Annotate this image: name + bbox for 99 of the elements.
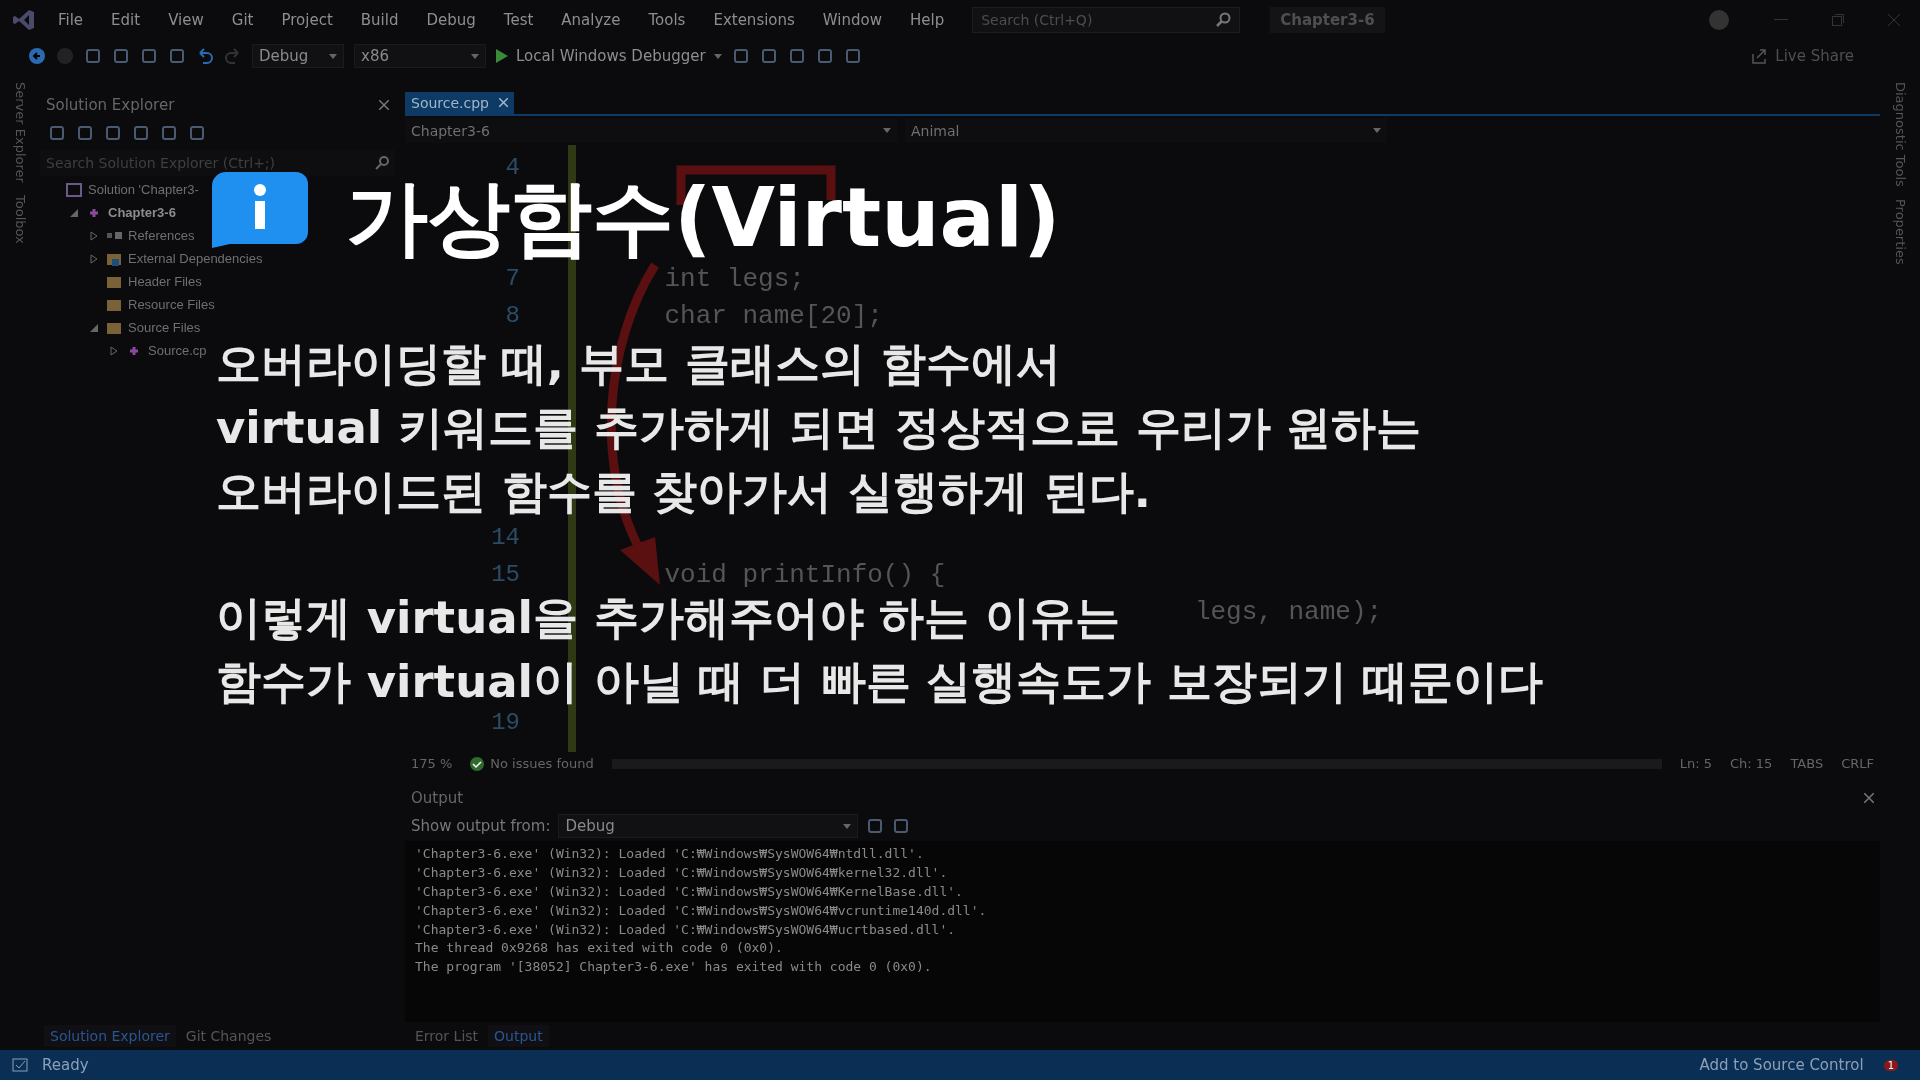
lecture-title: 가상함수(Virtual) xyxy=(346,177,1061,259)
tree-item[interactable]: Source.cp xyxy=(148,343,207,358)
line-number: 15 xyxy=(491,562,520,587)
menu-item[interactable]: View xyxy=(154,11,218,29)
collapsed-arrow-icon[interactable] xyxy=(109,345,119,356)
close-icon[interactable] xyxy=(499,98,508,108)
share-icon xyxy=(1751,48,1768,64)
menu-item[interactable]: File xyxy=(44,11,98,29)
source-control-button[interactable]: Add to Source Control xyxy=(1693,1055,1870,1075)
side-tab[interactable]: Properties xyxy=(1892,198,1908,265)
collapsed-arrow-icon[interactable] xyxy=(89,253,99,264)
line-number: 19 xyxy=(491,710,520,735)
minimize-icon[interactable] xyxy=(1774,19,1788,21)
menu-item[interactable]: Build xyxy=(346,11,413,29)
side-tab[interactable]: Toolbox xyxy=(12,194,28,244)
menu-item[interactable]: Window xyxy=(808,11,896,29)
run-button[interactable]: Local Windows Debugger xyxy=(496,47,722,65)
tree-item[interactable]: References xyxy=(128,228,195,243)
panel-tab[interactable]: Output xyxy=(488,1025,549,1048)
tree-item[interactable]: Resource Files xyxy=(128,297,215,312)
lecture-text: 오버라이드된 함수를 찾아가서 실행하게 된다. xyxy=(216,470,1151,514)
app-logo-icon xyxy=(12,8,36,32)
play-icon xyxy=(496,49,508,63)
lecture-text: 오버라이딩할 때, 부모 클래스의 함수에서 xyxy=(216,342,1061,386)
tree-item[interactable]: External Dependencies xyxy=(128,251,263,266)
menu-item[interactable]: Git xyxy=(217,11,268,29)
side-tab[interactable]: Server Explorer xyxy=(12,82,28,183)
menu-item[interactable]: Test xyxy=(489,11,548,29)
solution-icon xyxy=(66,181,82,198)
panel-title: Solution Explorer xyxy=(46,96,175,114)
expanded-arrow-icon[interactable] xyxy=(69,207,79,218)
ready-check-icon xyxy=(12,1058,28,1072)
caret-icon xyxy=(471,53,479,59)
search-icon xyxy=(375,156,389,170)
caret-icon xyxy=(843,823,852,829)
menu-item[interactable]: Project xyxy=(267,11,347,29)
panel-title: Output xyxy=(411,789,464,808)
redo-icon[interactable] xyxy=(224,47,242,65)
caret-icon xyxy=(1373,128,1381,134)
panel-tab[interactable]: Git Changes xyxy=(179,1025,278,1047)
collapsed-arrow-icon[interactable] xyxy=(89,230,99,241)
output-line: The thread 0x9268 has exited with code 0 (0x0). xyxy=(415,939,784,958)
zoom-level[interactable]: 175 % xyxy=(411,756,453,771)
menu-item[interactable]: Edit xyxy=(97,11,155,29)
check-icon xyxy=(470,756,485,771)
tree-item[interactable]: Header Files xyxy=(128,274,202,289)
lecture-text: 함수가 virtual이 아닐 때 더 빠른 실행속도가 보장되기 때문이다 xyxy=(216,660,1543,704)
lecture-text: virtual 키워드를 추가하게 되면 정상적으로 우리가 원하는 xyxy=(216,406,1422,450)
output-line: 'Chapter3-6.exe' (Win32): Loaded 'C:₩Windows₩SysWOW64₩kernel32.dll'. xyxy=(415,864,949,883)
tree-item[interactable]: Chapter3-6 xyxy=(108,205,176,220)
undo-icon[interactable] xyxy=(196,47,214,65)
expanded-arrow-icon[interactable] xyxy=(89,322,99,333)
close-icon[interactable] xyxy=(1864,793,1874,804)
tree-item[interactable]: Solution 'Chapter3- xyxy=(88,182,199,197)
document-tab[interactable]: Source.cpp xyxy=(405,92,514,114)
output-line: 'Chapter3-6.exe' (Win32): Loaded 'C:₩Windows₩SysWOW64₩vcruntime140d.dll'. xyxy=(415,901,988,920)
output-line: 'Chapter3-6.exe' (Win32): Loaded 'C:₩Windows₩SysWOW64₩ucrtbased.dll'. xyxy=(415,920,957,939)
panel-tab[interactable]: Error List xyxy=(409,1025,485,1048)
code-line: void printInfo() { xyxy=(664,560,946,590)
caret-icon xyxy=(883,128,891,134)
output-line: The program '[38052] Chapter3-6.exe' has exited with code 0 (0x0). xyxy=(415,958,933,977)
cursor-info: CRLF xyxy=(1841,756,1874,771)
line-number: 8 xyxy=(505,303,520,328)
solution-name: Chapter3-6 xyxy=(1270,7,1385,33)
output-source-label: Show output from: xyxy=(411,817,551,836)
output-source-dropdown[interactable]: Debug xyxy=(558,814,859,839)
menu-item[interactable]: Debug xyxy=(412,11,490,29)
code-line: char name[20]; xyxy=(664,301,883,331)
info-bubble-icon xyxy=(212,172,308,248)
close-icon[interactable] xyxy=(379,100,389,110)
search-icon xyxy=(1215,12,1232,28)
menu-item[interactable]: Tools xyxy=(634,11,700,29)
cursor-info: TABS xyxy=(1790,756,1824,771)
menu-item[interactable]: Analyze xyxy=(547,11,635,29)
status-text: Ready xyxy=(42,1056,89,1074)
output-line: 'Chapter3-6.exe' (Win32): Loaded 'C:₩Windows₩SysWOW64₩ntdll.dll'. xyxy=(415,845,925,864)
back-icon[interactable] xyxy=(28,47,46,65)
caret-icon xyxy=(329,53,337,59)
lecture-text: 이렇게 virtual을 추가해주어야 하는 이유는 xyxy=(216,596,1120,640)
configuration-dropdown[interactable]: Debug xyxy=(252,44,344,68)
cursor-info: Ch: 15 xyxy=(1730,756,1773,771)
code-line: legs, name); xyxy=(1194,597,1383,627)
user-avatar-icon[interactable] xyxy=(1708,9,1730,31)
panel-tab[interactable]: Solution Explorer xyxy=(44,1025,176,1047)
code-line: int legs; xyxy=(664,264,805,294)
line-number: 4 xyxy=(505,155,520,180)
output-line: 'Chapter3-6.exe' (Win32): Loaded 'C:₩Windows₩SysWOW64₩KernelBase.dll'. xyxy=(415,882,964,901)
menu-item[interactable]: Help xyxy=(896,11,959,29)
line-number: 7 xyxy=(505,266,520,291)
side-tab[interactable]: Diagnostic Tools xyxy=(1892,82,1908,187)
issues-status: No issues found xyxy=(470,756,594,771)
menu-item[interactable]: Extensions xyxy=(699,11,809,29)
cursor-info: Ln: 5 xyxy=(1679,756,1712,771)
platform-dropdown[interactable]: x86 xyxy=(354,44,486,68)
notification-badge[interactable]: 1 xyxy=(1883,1059,1898,1071)
maximize-icon[interactable] xyxy=(1832,14,1844,26)
caret-icon xyxy=(713,53,722,59)
line-number: 14 xyxy=(491,525,520,550)
tree-item[interactable]: Source Files xyxy=(128,320,201,335)
